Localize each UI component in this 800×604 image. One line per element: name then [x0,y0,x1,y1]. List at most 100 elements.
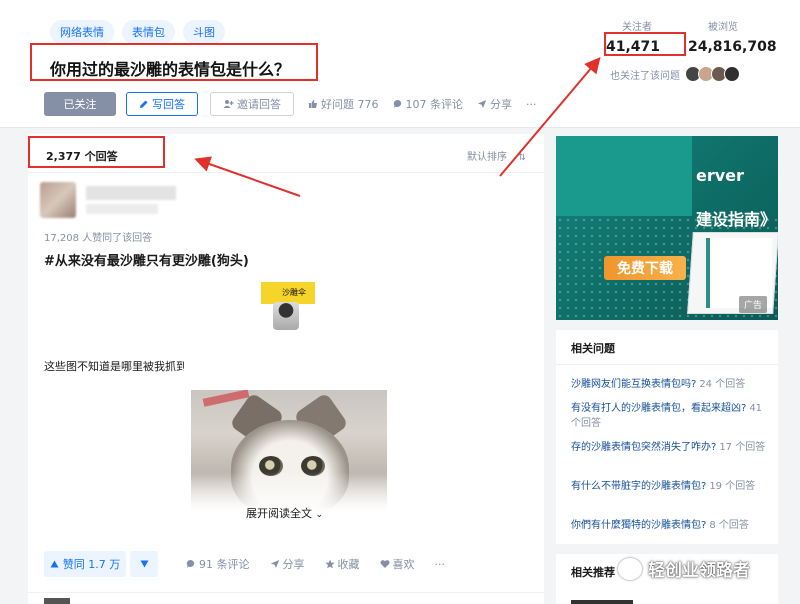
views-value: 24,816,708 [688,39,777,55]
co-followers-note: 也关注了该问题 [610,70,680,82]
upvote-label: 赞同 1.7 万 [62,558,121,571]
question-actions: 已关注 写回答 邀请回答 好问题 776 107 条评论 分享 ··· [44,92,537,116]
ad-subheadline: 建设指南》 [696,210,777,229]
avatar [724,66,740,82]
related-title: 相关问题 [571,342,615,355]
watermark-text: 轻创业领路者 [648,561,750,581]
related-question-link[interactable]: 有没有打人的沙雕表情包，看起来超凶? 41 个回答 [571,401,767,431]
related-question-text: 有什么不带脏字的沙雕表情包? [571,481,707,492]
triangle-up-icon [50,560,59,568]
views-label: 被浏览 [708,22,738,33]
follow-question-button[interactable]: 已关注 [44,92,116,116]
topic-tag[interactable]: 表情包 [122,20,175,44]
author-name-blurred[interactable] [86,186,176,200]
wechat-icon [618,557,642,580]
invite-answer-label: 邀请回答 [237,98,281,111]
cat-photo[interactable] [191,390,387,512]
recommend-thumbnail[interactable] [571,600,633,604]
related-question-text: 沙雕网友们能互换表情包吗? [571,379,697,390]
chevron-down-icon: ⌄ [315,510,324,520]
related-answer-count: 24 个回答 [699,379,746,390]
triangle-down-icon [140,560,149,568]
invite-answer-button[interactable]: 邀请回答 [210,92,294,116]
topic-tag[interactable]: 网络表情 [50,20,114,44]
views-stat: 被浏览 24,816,708 [688,18,777,55]
related-answer-count: 19 个回答 [709,481,756,492]
answer-action-bar: 赞同 1.7 万 91 条评论 分享 收藏 喜欢 ··· [44,551,445,577]
sort-icon: ⇅ [518,153,526,163]
answer-comments-button[interactable]: 91 条评论 [186,556,250,572]
add-user-icon [223,99,234,109]
good-question-button[interactable]: 好问题 776 [308,96,379,112]
sort-label: 默认排序 [467,152,507,163]
answer-likes-note: 17,208 人赞同了该回答 [44,233,153,244]
answer-share-label: 分享 [282,558,305,571]
watermark: 轻创业领路者 [618,556,750,581]
answer-headline: #从来没有最沙雕只有更沙雕(狗头) [44,254,249,269]
write-answer-button[interactable]: 写回答 [126,92,198,116]
author-avatar[interactable] [40,182,76,218]
topic-tag[interactable]: 斗图 [183,20,225,44]
thumbs-up-icon [308,99,318,109]
related-question-text: 你們有什麼獨特的沙雕表情包? [571,520,707,531]
related-question-link[interactable]: 你們有什麼獨特的沙雕表情包? 8 个回答 [571,518,767,533]
write-answer-label: 写回答 [152,98,185,111]
divider [28,172,544,173]
question-share-label: 分享 [490,98,512,111]
meme-image[interactable]: 沙雕伞 [261,282,315,332]
recommend-title: 相关推荐 [571,566,615,579]
divider [556,364,778,365]
question-page: 网络表情 表情包 斗图 已关注 写回答 邀请回答 好问题 776 107 条评论… [0,0,800,604]
question-more-button[interactable]: ··· [526,98,537,111]
star-icon [324,559,335,569]
share-icon [477,99,487,109]
question-title: 你用过的最沙雕的表情包是什么？ [50,60,291,79]
good-question-label: 好问题 776 [321,98,379,111]
related-question-link[interactable]: 有什么不带脏字的沙雕表情包? 19 个回答 [571,479,767,494]
meme-figure [273,302,299,330]
answer-count: 2,377 个回答 [46,150,118,163]
topic-tags: 网络表情 表情包 斗图 [50,20,225,44]
question-share-button[interactable]: 分享 [477,96,512,112]
next-answer-avatar [44,598,70,604]
question-comments-button[interactable]: 107 条评论 [393,96,464,112]
like-button[interactable]: 喜欢 [380,556,415,572]
ad-headline: erver [696,166,744,185]
heart-icon [380,559,390,569]
sidebar-ad[interactable]: erver 建设指南》 免费下载 广告 [556,136,778,320]
related-question-text: 存的沙雕表情包突然消失了咋办? [571,442,717,453]
follower-avatars [685,66,740,82]
answer-share-button[interactable]: 分享 [270,556,305,572]
followers-label: 关注者 [622,22,653,33]
related-question-text: 有没有打人的沙雕表情包，看起来超凶? [571,403,747,414]
comment-icon [393,99,403,109]
expand-answer-button[interactable]: 展开阅读全文 ⌄ [246,505,323,521]
ad-download-button[interactable]: 免费下载 [604,256,686,280]
followers-highlight-box [604,32,686,56]
sort-dropdown[interactable]: 默认排序 ⇅ [467,148,526,163]
meme-caption: 沙雕伞 [282,288,306,297]
favorite-button[interactable]: 收藏 [324,556,360,572]
related-question-link[interactable]: 存的沙雕表情包突然消失了咋办? 17 个回答 [571,440,767,455]
share-icon [270,559,280,569]
related-answer-count: 17 个回答 [719,442,766,453]
answer-body: 这些图不知道是哪里被我抓到 [44,360,184,373]
expand-label: 展开阅读全文 [246,507,312,520]
comment-icon [186,559,196,569]
co-followers[interactable]: 也关注了该问题 [610,66,740,82]
question-comments-label: 107 条评论 [405,98,464,111]
answer-more-button[interactable]: ··· [435,558,446,571]
upvote-button[interactable]: 赞同 1.7 万 [44,551,126,577]
related-question-link[interactable]: 沙雕网友们能互换表情包吗? 24 个回答 [571,377,767,392]
pencil-icon [139,99,149,109]
downvote-button[interactable] [130,551,158,577]
related-answer-count: 8 个回答 [709,520,749,531]
favorite-label: 收藏 [337,558,360,571]
author-desc-blurred [86,204,158,214]
answer-comments-label: 91 条评论 [199,558,250,571]
ad-tag: 广告 [739,296,768,313]
like-label: 喜欢 [392,558,415,571]
divider [28,592,544,593]
related-questions: 相关问题 沙雕网友们能互换表情包吗? 24 个回答 有没有打人的沙雕表情包，看起来… [556,330,778,544]
ad-block [556,136,692,216]
